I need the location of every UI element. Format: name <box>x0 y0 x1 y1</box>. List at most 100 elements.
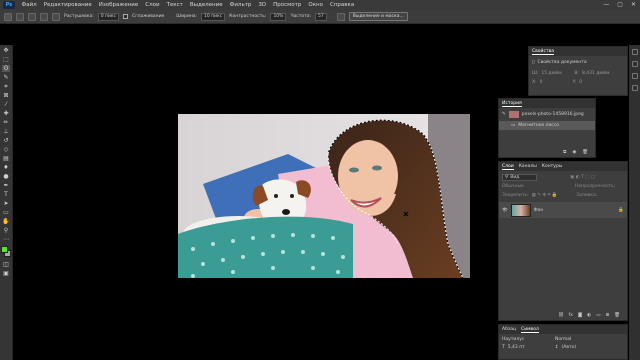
photoshop-logo: Ps <box>3 1 15 9</box>
frame-tool-icon[interactable]: ⊠ <box>2 92 10 99</box>
swatches-panel-icon[interactable] <box>631 61 638 67</box>
width-input[interactable]: 10 пикс <box>201 12 226 21</box>
blend-mode-select[interactable]: Обычные <box>502 184 542 189</box>
menu-filter[interactable]: Фильтр <box>226 2 255 8</box>
layer-row-background[interactable]: 👁 Фон 🔒 <box>499 202 627 218</box>
eraser-tool-icon[interactable]: ◇ <box>2 146 10 153</box>
history-brush-tool-icon[interactable]: ↺ <box>2 137 10 144</box>
menu-select[interactable]: Выделение <box>186 2 226 8</box>
rectangle-tool-icon[interactable]: ▭ <box>2 209 10 216</box>
new-document-from-state-icon[interactable]: ⧉ <box>563 149 566 155</box>
y-label: Y: <box>572 80 577 85</box>
layer-filter-kind[interactable]: ⚲ Вид <box>502 174 537 181</box>
quick-select-tool-icon[interactable]: ✎ <box>2 74 10 81</box>
font-size-value[interactable]: 5,43 пт <box>508 345 552 350</box>
menu-window[interactable]: Окно <box>305 2 327 8</box>
eyedropper-tool-icon[interactable]: ⁄ <box>2 101 10 108</box>
brush-tool-icon[interactable]: ✏ <box>2 119 10 126</box>
menu-image[interactable]: Изображение <box>95 2 142 8</box>
crop-tool-icon[interactable]: ⌗ <box>2 83 10 90</box>
font-style-select[interactable]: Normal <box>555 337 571 342</box>
type-tool-icon[interactable]: T <box>2 191 10 198</box>
new-selection-icon[interactable] <box>16 12 24 21</box>
fx-icon[interactable]: fx <box>569 313 573 318</box>
tab-character[interactable]: Символ <box>521 327 539 333</box>
snapshot-thumbnail[interactable] <box>508 111 519 118</box>
frequency-input[interactable]: 57 <box>315 12 327 21</box>
intersect-selection-icon[interactable] <box>52 12 60 21</box>
leading-value[interactable]: (Авто) <box>562 345 577 350</box>
menu-file[interactable]: Файл <box>18 2 40 8</box>
history-brush-icon[interactable]: ✎ <box>502 112 506 117</box>
filter-icons[interactable]: ▣ ◐ T ⬚ ▢ <box>570 175 595 180</box>
menu-layers[interactable]: Слои <box>142 2 163 8</box>
stamp-tool-icon[interactable]: ⊥ <box>2 128 10 135</box>
libraries-panel-icon[interactable] <box>631 85 638 91</box>
gradient-tool-icon[interactable]: ▤ <box>2 155 10 162</box>
layer-name[interactable]: Фон <box>534 208 544 213</box>
x-value[interactable]: 0 <box>540 80 570 85</box>
add-selection-icon[interactable] <box>28 12 36 21</box>
screen-mode-icon[interactable]: ▣ <box>2 270 10 277</box>
trash-icon[interactable]: 🗑 <box>582 150 588 155</box>
eye-icon[interactable]: 👁 <box>502 208 508 213</box>
tab-layers[interactable]: Слои <box>502 164 514 170</box>
lasso-preset-icon[interactable] <box>4 12 12 21</box>
subtract-selection-icon[interactable] <box>40 12 48 21</box>
pen-tool-icon[interactable]: ✒ <box>2 182 10 189</box>
font-family-select[interactable]: Наутилус <box>502 337 552 342</box>
camera-icon[interactable]: ◉ <box>572 150 576 155</box>
delete-layer-icon[interactable]: 🗑 <box>614 313 620 318</box>
tab-paragraph[interactable]: Абзац <box>502 327 516 332</box>
menu-help[interactable]: Справка <box>326 2 357 8</box>
menu-3d[interactable]: 3D <box>255 2 270 8</box>
menu-edit[interactable]: Редактирование <box>40 2 95 8</box>
history-step[interactable]: ▭ Магнитное лассо <box>499 121 595 130</box>
lock-icons[interactable]: ▦ ✎ ✥ ⌗ 🔒 <box>532 192 558 198</box>
select-and-mask-button[interactable]: Выделение и маска... <box>348 12 408 21</box>
adjustments-panel-icon[interactable] <box>631 73 638 79</box>
document-canvas[interactable] <box>178 114 470 278</box>
lasso-tool-icon[interactable]: ʘ <box>2 65 10 72</box>
feather-input[interactable]: 0 пикс <box>97 12 120 21</box>
new-layer-icon[interactable]: ⊞ <box>606 313 610 318</box>
blur-tool-icon[interactable]: ♦ <box>2 164 10 171</box>
close-button[interactable]: ✕ <box>631 1 636 8</box>
link-layers-icon[interactable]: ⛓ <box>558 313 564 318</box>
tab-history[interactable]: История <box>502 101 522 107</box>
move-tool-icon[interactable]: ✥ <box>2 47 10 54</box>
menu-view[interactable]: Просмотр <box>270 2 305 8</box>
add-mask-icon[interactable]: ◙ <box>578 313 582 318</box>
zoom-tool-icon[interactable]: ⚲ <box>2 227 10 234</box>
marquee-tool-icon[interactable]: ⬚ <box>2 56 10 63</box>
quick-mask-icon[interactable]: ◫ <box>2 261 10 268</box>
hand-tool-icon[interactable]: ✋ <box>2 218 10 225</box>
foreground-color-swatch[interactable] <box>1 246 8 253</box>
contrast-input[interactable]: 10% <box>270 12 287 21</box>
pen-pressure-icon[interactable] <box>336 12 345 21</box>
antialias-checkbox[interactable] <box>123 14 129 19</box>
healing-tool-icon[interactable]: ✚ <box>2 110 10 117</box>
tab-properties[interactable]: Свойства <box>532 49 554 55</box>
tab-paths[interactable]: Контуры <box>542 164 563 169</box>
minimize-button[interactable]: — <box>603 1 609 8</box>
menu-type[interactable]: Текст <box>163 2 186 8</box>
snapshot-name[interactable]: pexels-photo-1458916.jpeg <box>522 112 584 117</box>
color-panel-icon[interactable] <box>631 49 638 55</box>
height-value[interactable]: 8,431 дюйм <box>582 71 610 76</box>
dodge-tool-icon[interactable]: ● <box>2 173 10 180</box>
maximize-button[interactable]: ▢ <box>617 1 623 8</box>
more-tools-icon[interactable]: ⋯ <box>2 236 10 243</box>
search-icon: ⚲ <box>505 175 509 180</box>
width-value[interactable]: 15 дюйм <box>541 71 571 76</box>
group-icon[interactable]: ▭ <box>596 313 600 318</box>
font-size-icon: T <box>502 345 505 350</box>
properties-panel: Свойства ▯ Свойства документа Ш: 15 дюйм… <box>528 46 628 96</box>
path-select-tool-icon[interactable]: ➤ <box>2 200 10 207</box>
adjustment-layer-icon[interactable]: ◐ <box>587 313 591 318</box>
antialias-label: Сглаживание <box>132 14 165 19</box>
photo-image <box>178 114 470 278</box>
tab-channels[interactable]: Каналы <box>519 164 537 169</box>
y-value[interactable]: 0 <box>579 80 582 85</box>
lock-icon: 🔒 <box>618 207 624 213</box>
